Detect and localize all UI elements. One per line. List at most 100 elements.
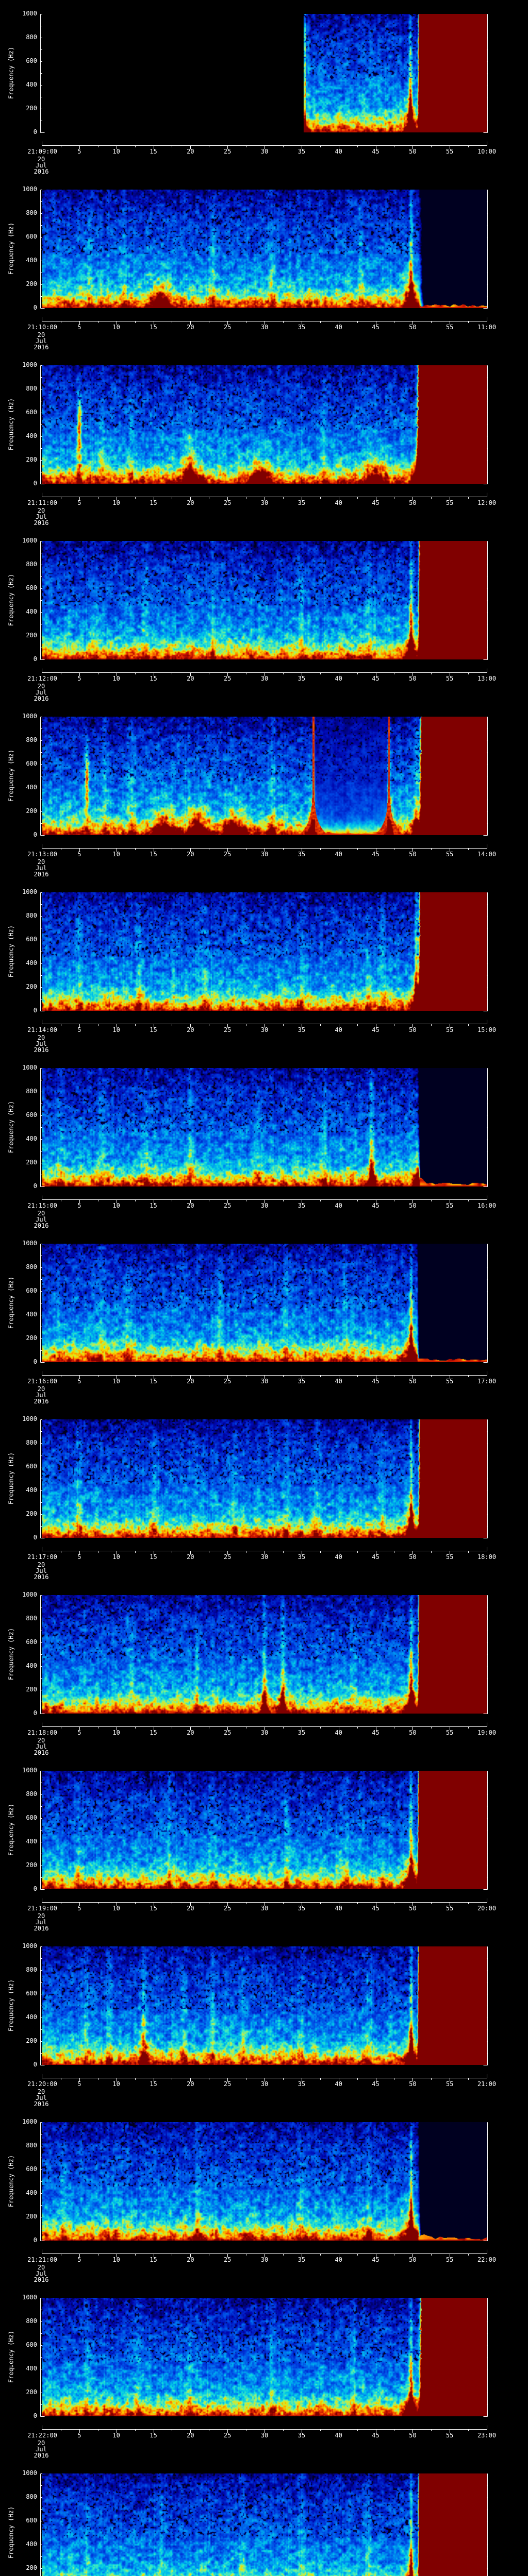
- date-label: 2016: [34, 1749, 49, 1756]
- spectrogram-canvas: [42, 2473, 487, 2576]
- x-tick-label: 5: [77, 324, 81, 331]
- start-time-label: 21:21:00: [27, 2256, 57, 2263]
- x-tick-label: 35: [298, 1026, 306, 1033]
- x-tick-label: 25: [223, 148, 232, 155]
- spectrogram-panel: Frequency (Hz)02004006008001000510152025…: [0, 1757, 528, 1933]
- y-tick-label: 400: [26, 2540, 37, 2548]
- x-tick-label: 35: [298, 675, 306, 682]
- x-tick-label: 50: [409, 148, 417, 155]
- y-tick-label: 600: [26, 2165, 37, 2173]
- x-tick-label: 15: [150, 324, 157, 331]
- y-tick-label: 0: [33, 1182, 37, 1190]
- y-tick-label: 400: [26, 1662, 37, 1669]
- y-tick-label: 800: [26, 33, 37, 41]
- x-tick-label: 35: [298, 148, 306, 155]
- y-tick-label: 600: [26, 1287, 37, 1294]
- x-tick-label: 10: [112, 1378, 120, 1385]
- x-tick-label: 5: [77, 675, 81, 682]
- y-tick-label: 200: [26, 1686, 37, 1693]
- end-time-label: 20:00: [477, 1905, 497, 1912]
- y-tick-label: 600: [26, 1638, 37, 1646]
- x-tick-label: 30: [260, 1202, 269, 1209]
- x-tick-label: 30: [260, 675, 269, 682]
- x-tick-label: 25: [223, 1026, 232, 1033]
- x-tick-label: 15: [150, 675, 157, 682]
- x-tick-label: 10: [112, 1202, 120, 1209]
- date-label: 2016: [34, 344, 49, 351]
- y-tick-label: 800: [26, 736, 37, 743]
- x-tick-label: 50: [409, 1378, 417, 1385]
- x-tick-label: 30: [260, 1378, 269, 1385]
- y-tick-label: 800: [26, 209, 37, 216]
- date-label: 2016: [34, 1046, 49, 1054]
- x-tick-label: 15: [150, 1905, 157, 1912]
- y-tick-label: 0: [33, 1007, 37, 1014]
- y-tick-label: 800: [26, 561, 37, 568]
- x-tick-label: 35: [298, 2080, 306, 2088]
- x-tick-label: 10: [112, 1553, 120, 1561]
- x-tick-label: 45: [372, 1905, 380, 1912]
- x-tick-label: 55: [446, 2080, 454, 2088]
- date-label: 2016: [34, 168, 49, 175]
- y-tick-label: 600: [26, 936, 37, 943]
- x-tick-label: 15: [150, 1553, 157, 1561]
- x-tick-label: 10: [112, 324, 120, 331]
- y-tick-label: 200: [26, 983, 37, 990]
- end-time-label: 17:00: [477, 1378, 497, 1385]
- date-label: 2016: [34, 2100, 49, 2108]
- y-tick-label: 200: [26, 632, 37, 639]
- y-axis-title: Frequency (Hz): [7, 398, 15, 451]
- y-tick-label: 0: [33, 480, 37, 487]
- x-tick-label: 40: [335, 1378, 342, 1385]
- x-tick-label: 40: [335, 499, 342, 506]
- x-tick-label: 35: [298, 851, 306, 858]
- x-tick-label: 45: [372, 1378, 380, 1385]
- x-tick-label: 55: [446, 1378, 454, 1385]
- x-tick-label: 35: [298, 1202, 306, 1209]
- x-tick-label: 45: [372, 2256, 380, 2263]
- x-tick-label: 10: [112, 2080, 120, 2088]
- spectrogram-panel: Frequency (Hz)02004006008001000510152025…: [0, 2460, 528, 2576]
- spectrogram-canvas: [42, 14, 487, 132]
- spectrogram-panel: Frequency (Hz)02004006008001000510152025…: [0, 2284, 528, 2460]
- y-tick-label: 800: [26, 1615, 37, 1622]
- x-tick-label: 40: [335, 1729, 342, 1736]
- x-tick-label: 40: [335, 148, 342, 155]
- end-time-label: 12:00: [477, 499, 497, 506]
- y-tick-label: 600: [26, 584, 37, 591]
- x-tick-label: 25: [223, 499, 232, 506]
- x-tick-label: 35: [298, 1905, 306, 1912]
- y-tick-label: 800: [26, 912, 37, 919]
- y-tick-label: 200: [26, 1159, 37, 1166]
- y-axis-title: Frequency (Hz): [7, 1628, 15, 1681]
- x-tick-label: 15: [150, 851, 157, 858]
- x-tick-label: 20: [187, 2080, 194, 2088]
- x-tick-label: 30: [260, 1026, 269, 1033]
- x-tick-label: 35: [298, 499, 306, 506]
- x-tick-label: 15: [150, 1378, 157, 1385]
- start-time-label: 21:13:00: [27, 851, 57, 858]
- x-tick-label: 20: [187, 324, 194, 331]
- start-time-label: 21:12:00: [27, 675, 57, 682]
- x-tick-label: 50: [409, 675, 417, 682]
- x-tick-label: 50: [409, 2080, 417, 2088]
- x-tick-label: 10: [112, 851, 120, 858]
- x-tick-label: 55: [446, 1729, 454, 1736]
- y-tick-label: 1000: [22, 1415, 37, 1422]
- x-tick-label: 45: [372, 148, 380, 155]
- start-time-label: 21:09:00: [27, 148, 57, 155]
- y-tick-label: 200: [26, 2213, 37, 2220]
- y-tick-label: 600: [26, 409, 37, 416]
- x-tick-label: 5: [77, 148, 81, 155]
- x-tick-label: 25: [223, 2080, 232, 2088]
- y-axis-title: Frequency (Hz): [7, 573, 15, 626]
- x-tick-label: 25: [223, 1905, 232, 1912]
- start-time-label: 21:17:00: [27, 1553, 57, 1561]
- spectrogram-panel: Frequency (Hz)02004006008001000510152025…: [0, 351, 528, 527]
- x-tick-label: 55: [446, 1553, 454, 1561]
- date-label: 2016: [34, 2452, 49, 2459]
- y-tick-label: 800: [26, 2317, 37, 2325]
- x-tick-label: 35: [298, 2432, 306, 2439]
- x-tick-label: 40: [335, 2256, 342, 2263]
- x-tick-label: 20: [187, 851, 194, 858]
